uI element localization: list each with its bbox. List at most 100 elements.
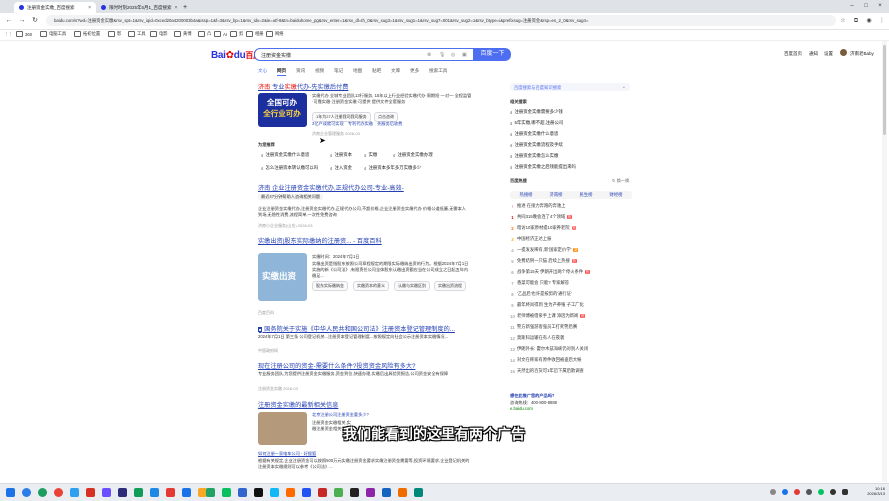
ad-sublinks-row[interactable]: 3亿户成就可实现 专利代办实缴 先服务后收费 <box>312 121 402 127</box>
tray-icon[interactable] <box>806 489 812 495</box>
taskbar-app-icon[interactable] <box>286 488 295 497</box>
taskbar-app-icon[interactable] <box>238 488 247 497</box>
bookmark-item[interactable]: 电影 <box>150 31 168 37</box>
hot-item[interactable]: 5 免费结例一只猫 后续上热搜热 <box>510 258 577 264</box>
apps-icon[interactable]: ⋮⋮ <box>4 31 13 37</box>
wechat-icon[interactable] <box>222 488 231 497</box>
tab-video[interactable]: 视频 <box>315 68 324 74</box>
bookmark-item[interactable]: 拓初位置 <box>74 31 100 37</box>
related-search-item[interactable]: ⌕ 注册资金实缴之后钱能提出来吗 <box>510 164 576 170</box>
wenxin-card[interactable]: 百度搜索与百度知识搜索 ⌄ <box>510 83 630 91</box>
news-link[interactable]: 如何注册一家电车公司 - 好搜狐 <box>258 451 316 457</box>
taskbar-app-icon[interactable] <box>182 488 191 497</box>
tab-search-tools[interactable]: 搜索工具 <box>429 68 447 74</box>
tab-tieba[interactable]: 贴吧 <box>372 68 381 74</box>
notifications-link[interactable]: 通知 <box>809 51 818 57</box>
hot-item[interactable]: 1 共同315晚会连了4个领域热 <box>510 214 573 220</box>
hot-item[interactable]: 4 一提发发稀有,新'国家定价学' 新 <box>510 247 579 253</box>
news-title[interactable]: 北京注册公司注册资金要多少? <box>312 412 369 418</box>
tab-wenxin[interactable]: 文心 <box>258 68 267 74</box>
bookmark-item[interactable]: AI <box>214 31 227 37</box>
result-title[interactable]: 济南 企业注册资金实缴代办,正规代办公司-专业-高效- <box>258 183 404 192</box>
tab-news[interactable]: 资讯 <box>296 68 305 74</box>
close-tab-icon[interactable]: × <box>175 5 178 11</box>
hot-item[interactable]: 8 '乙品后'也许是按剪的'通行证' <box>510 291 572 297</box>
extensions-icon[interactable]: ⧉ <box>851 16 861 26</box>
clear-icon[interactable]: ⊗ <box>427 52 431 58</box>
ad-image[interactable]: 全国可办 全行业可办 <box>258 93 307 127</box>
search-button[interactable]: 百度一下 <box>474 48 511 61</box>
browser-tab-active[interactable]: 注册资金实缴_百度搜索 × <box>14 2 96 13</box>
taskbar-app-icon[interactable] <box>302 488 311 497</box>
taskbar-app-icon[interactable] <box>398 488 407 497</box>
taskbar-app-icon[interactable] <box>22 488 31 497</box>
chrome-icon[interactable] <box>54 488 63 497</box>
tray-icon[interactable] <box>818 489 824 495</box>
related-search-item[interactable]: ⌕ 注册资金实缴怎么实缴 <box>510 153 558 159</box>
hot-item[interactable]: 13 伊朗外长: 霍尔木兹海峡仍对别人关闭 <box>510 346 588 352</box>
hot-item[interactable]: 15 天然出的百货可1年迈下属后散调查 <box>510 368 584 374</box>
news-image[interactable] <box>258 412 307 445</box>
recommend-item[interactable]: ⌕ 注册资金实缴什么意思 <box>261 152 309 158</box>
tab-web[interactable]: 网页 <box>277 68 287 76</box>
taskbar-app-icon[interactable] <box>166 488 175 497</box>
hot-item[interactable]: 9 最年终尚得到 生为产养殖 子工厂化 <box>510 302 584 308</box>
maximize-icon[interactable]: □ <box>859 0 873 13</box>
bookmark-item[interactable]: 黄博 <box>174 31 192 37</box>
related-search-item[interactable]: ⌕ 注册资金实缴需要多少钱 <box>510 109 563 115</box>
microphone-icon[interactable]: 🎙 <box>439 52 445 58</box>
tray-icon[interactable] <box>770 489 776 495</box>
search-input[interactable]: 注册资金实缴 ⊗ 🎙 ◎ ▣ <box>254 48 474 61</box>
hot-chip[interactable]: 热搜榜 <box>510 191 542 199</box>
camera-icon[interactable]: ◎ <box>451 52 455 58</box>
hot-item[interactable]: ↑ 推进 在接力奔跑的奔驰上 <box>510 203 565 209</box>
result-title[interactable]: ■ 国务院关于实施《中华人民共和国公司法》注册资本登记管理制度的... <box>258 324 455 333</box>
menu-icon[interactable]: ⋮ <box>877 16 887 26</box>
page-scrollbar[interactable] <box>882 41 887 482</box>
taskbar-app-icon[interactable] <box>118 488 127 497</box>
taskbar-app-icon[interactable] <box>102 488 111 497</box>
result-title[interactable]: 实缴出资|股东实际缴纳的注册资... - 百度百科 <box>258 236 382 245</box>
baike-link[interactable]: 实缴出资流程 <box>434 281 466 291</box>
hot-item[interactable]: 14 对文在称家有原件收回被盗后大帐 <box>510 357 581 363</box>
promo-site[interactable]: e.baidu.com <box>510 406 533 412</box>
taskbar-app-icon[interactable] <box>318 488 327 497</box>
hot-item[interactable]: 10 老师傅被借泉手上课 添因为新闻热 <box>510 313 586 319</box>
hot-item[interactable]: 12 莫斯科运输在有人在夜袭 <box>510 335 564 341</box>
wifi-icon[interactable] <box>842 489 848 495</box>
taskbar-app-icon[interactable] <box>38 488 47 497</box>
tray-icon[interactable] <box>782 489 788 495</box>
baike-link[interactable]: 认缴与实缴区别 <box>394 281 430 291</box>
baike-link[interactable]: 股东实际缴纳金 <box>312 281 348 291</box>
taskbar-app-icon[interactable] <box>382 488 391 497</box>
tiktok-icon[interactable] <box>254 488 263 497</box>
hot-item[interactable]: 7 香菜可能会 只能? 专家解答 <box>510 280 569 286</box>
recommend-item[interactable]: ⌕ 怎么注册资本转认缴可以吗 <box>261 165 318 171</box>
bookmark-item[interactable]: 360 <box>16 31 32 37</box>
hot-chip[interactable]: 民生榜 <box>570 191 602 199</box>
tab-more[interactable]: 更多 <box>410 68 419 74</box>
bookmark-item[interactable]: 凸 <box>198 31 211 37</box>
hot-chip[interactable]: 济南榜 <box>540 191 572 199</box>
result-title[interactable]: 注册资金实缴的最新相关信息 <box>258 400 338 409</box>
reload-icon[interactable]: ↻ <box>30 16 40 26</box>
taskbar-app-icon[interactable] <box>334 488 343 497</box>
promo-title[interactable]: 想在此推广您的产品吗? <box>510 393 554 399</box>
address-bar[interactable]: baidu.com/s?wd=注册资金实缴&rsv_spt=1&rsv_iqid… <box>46 15 836 26</box>
bookmark-star-icon[interactable]: ☆ <box>838 16 848 26</box>
new-tab-button[interactable]: + <box>180 2 190 13</box>
taskbar-app-icon[interactable] <box>270 488 279 497</box>
tab-wenku[interactable]: 文库 <box>391 68 400 74</box>
forward-icon[interactable]: → <box>17 16 27 26</box>
baike-image[interactable]: 实缴出资 <box>258 253 307 301</box>
recommend-item[interactable]: ⌕ 注入资金 <box>330 165 352 171</box>
recommend-item[interactable]: ⌕ 实缴 <box>364 152 377 158</box>
recommend-item[interactable]: ⌕ 注册资本 <box>330 152 352 158</box>
taskbar-app-icon[interactable] <box>350 488 359 497</box>
bookmark-item[interactable]: 剪 <box>230 31 243 37</box>
start-menu-icon[interactable] <box>6 488 15 497</box>
avatar[interactable] <box>840 49 847 56</box>
bookmark-item[interactable]: 网络 <box>266 31 284 37</box>
taskbar-app-icon[interactable] <box>134 488 143 497</box>
taskbar-app-icon[interactable] <box>150 488 159 497</box>
